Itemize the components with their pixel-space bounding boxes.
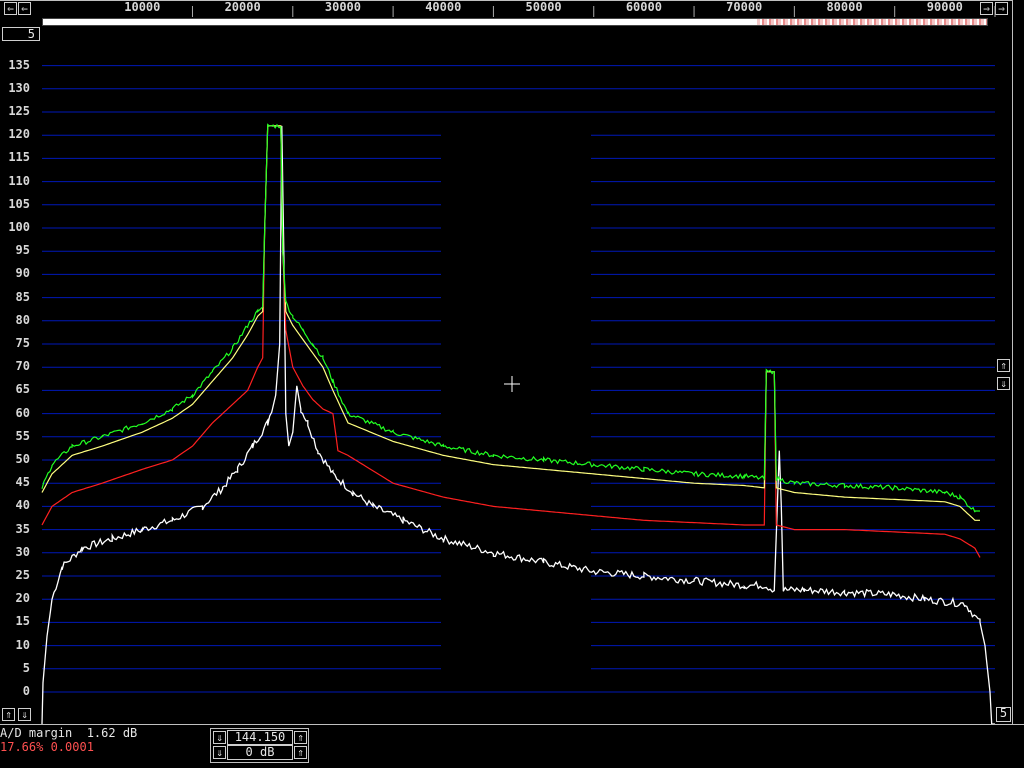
corner-number-box[interactable]: 5 <box>996 707 1011 722</box>
gain-down-button[interactable]: ⇓ <box>213 746 226 759</box>
zoom-up-button[interactable]: ⇑ <box>997 359 1010 372</box>
frequency-display[interactable]: 144.150 <box>227 730 293 745</box>
freq-down-button[interactable]: ⇓ <box>213 731 226 744</box>
spectrum-plot[interactable] <box>0 0 1024 768</box>
freq-up-button[interactable]: ⇑ <box>294 731 307 744</box>
gain-up-button[interactable]: ⇑ <box>294 746 307 759</box>
zoom-down-button[interactable]: ⇓ <box>997 377 1010 390</box>
level-down-button[interactable]: ⇓ <box>18 708 31 721</box>
level-up-button[interactable]: ⇑ <box>2 708 15 721</box>
ad-margin-text: A/D margin 1.62 dB <box>0 726 138 740</box>
cpu-load-text: 17.66% 0.0001 <box>0 740 94 754</box>
center-gap <box>441 120 591 680</box>
gain-display[interactable]: 0 dB <box>227 745 293 760</box>
